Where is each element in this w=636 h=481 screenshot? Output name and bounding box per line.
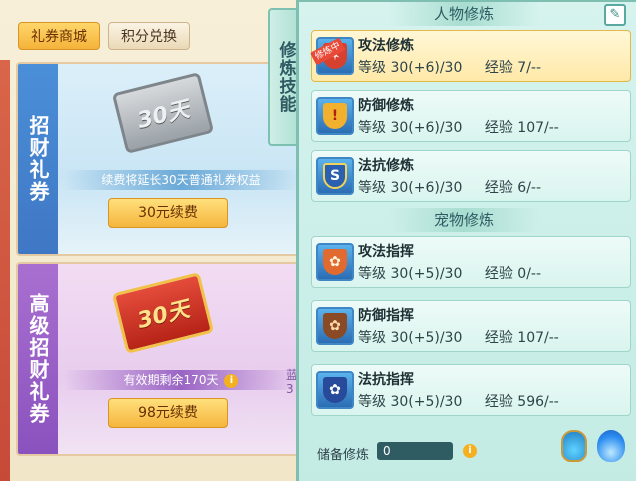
potion-icon[interactable] [561, 430, 587, 462]
level-label: 等级 [358, 60, 386, 76]
pet-resist-icon: ✿ [316, 371, 354, 409]
exp-value: 6/-- [517, 180, 542, 196]
exp-value: 107/-- [517, 120, 559, 136]
level-value: 30(+5)/30 [390, 266, 463, 282]
decorative-edge [0, 60, 10, 481]
skill-row[interactable]: ! 防御修炼 等级 30(+6)/30 经验 107/-- [311, 90, 631, 142]
skill-tab-label: 修炼技能 [275, 41, 296, 113]
exp-label: 经验 [484, 180, 513, 196]
skill-row[interactable]: ✶ 修炼中 攻法修炼 等级 30(+6)/30 经验 7/-- [310, 30, 631, 82]
skill-row[interactable]: ✿ 防御指挥 等级 30(+5)/30 经验 107/-- [311, 300, 631, 352]
level-label: 等级 [358, 180, 386, 196]
edit-icon[interactable]: ✎ [604, 4, 626, 26]
level-value: 30(+6)/30 [390, 180, 463, 196]
skill-name: 攻法指挥 [358, 244, 414, 260]
skill-name: 法抗指挥 [358, 372, 414, 388]
skill-row[interactable]: ✿ 攻法指挥 等级 30(+5)/30 经验 0/-- [311, 236, 631, 288]
skill-stats: 等级 30(+6)/30 经验 6/-- [358, 177, 541, 197]
exp-label: 经验 [484, 60, 513, 76]
exp-label: 经验 [484, 394, 513, 410]
defense-icon: ! [316, 97, 354, 135]
card-title: 招财礼券 [26, 115, 50, 203]
card-side-label: 招财礼券 [18, 64, 58, 254]
skill-stats: 等级 30(+5)/30 经验 107/-- [358, 327, 559, 347]
section-title-pet: 宠物修炼 [389, 208, 539, 232]
reserve-info-icon[interactable]: i [463, 444, 477, 458]
card-title: 高级招财礼券 [26, 293, 50, 425]
skill-name: 防御指挥 [358, 308, 414, 324]
ticket-icon: 30天 [111, 72, 215, 154]
renew-30-button[interactable]: 30元续费 [108, 198, 228, 228]
card-description: 有效期剩余170天 i [64, 370, 298, 390]
skill-row[interactable]: S 法抗修炼 等级 30(+6)/30 经验 6/-- [311, 150, 631, 202]
exp-label: 经验 [484, 120, 513, 136]
skill-stats: 等级 30(+5)/30 经验 0/-- [358, 263, 541, 283]
exp-label: 经验 [484, 330, 513, 346]
skill-stats: 等级 30(+6)/30 经验 7/-- [358, 57, 541, 77]
card-side-label: 高级招财礼券 [18, 264, 58, 454]
level-label: 等级 [358, 330, 386, 346]
exp-value: 7/-- [517, 60, 542, 76]
ticket-icon: 30天 [111, 272, 215, 354]
pet-attack-icon: ✿ [316, 243, 354, 281]
renew-98-button[interactable]: 98元续费 [108, 398, 228, 428]
exp-label: 经验 [484, 266, 513, 282]
level-value: 30(+5)/30 [390, 394, 463, 410]
pet-defense-icon: ✿ [316, 307, 354, 345]
reserve-label: 储备修炼 [317, 448, 370, 463]
tab-points-exchange[interactable]: 积分兑换 [108, 22, 190, 50]
info-icon[interactable]: i [224, 373, 239, 388]
voucher-card-standard: 招财礼券 30天 续费将延长30天普通礼券权益 30元续费 [16, 62, 306, 256]
level-label: 等级 [358, 266, 386, 282]
level-label: 等级 [358, 394, 386, 410]
flame-icon[interactable] [597, 430, 625, 462]
skill-stats: 等级 30(+6)/30 经验 107/-- [358, 117, 559, 137]
tab-voucher-mall[interactable]: 礼券商城 [18, 22, 100, 50]
exp-value: 0/-- [517, 266, 542, 282]
exp-value: 596/-- [517, 394, 559, 410]
skill-name: 防御修炼 [358, 98, 414, 114]
voucher-card-premium: 高级招财礼券 30天 有效期剩余170天 i 98元续费 [16, 262, 306, 456]
level-value: 30(+6)/30 [390, 60, 463, 76]
skill-name: 攻法修炼 [358, 38, 414, 54]
reserve-value-field: 0 [377, 442, 453, 460]
skill-name: 法抗修炼 [358, 158, 414, 174]
skill-stats: 等级 30(+5)/30 经验 596/-- [358, 391, 559, 411]
level-value: 30(+6)/30 [390, 120, 463, 136]
exp-value: 107/-- [517, 330, 559, 346]
shop-tabs: 礼券商城 积分兑换 [18, 22, 190, 50]
cultivation-panel: 人物修炼 ✎ ✶ 修炼中 攻法修炼 等级 30(+6)/30 经验 7/-- !… [296, 0, 636, 481]
level-label: 等级 [358, 120, 386, 136]
section-title-character: 人物修炼 [389, 2, 539, 26]
skill-row[interactable]: ✿ 法抗指挥 等级 30(+5)/30 经验 596/-- [311, 364, 631, 416]
remaining-days-text: 有效期剩余170天 [123, 373, 219, 387]
card-description: 续费将延长30天普通礼券权益 [64, 170, 298, 190]
level-value: 30(+5)/30 [390, 330, 463, 346]
magic-resist-icon: S [316, 157, 354, 195]
